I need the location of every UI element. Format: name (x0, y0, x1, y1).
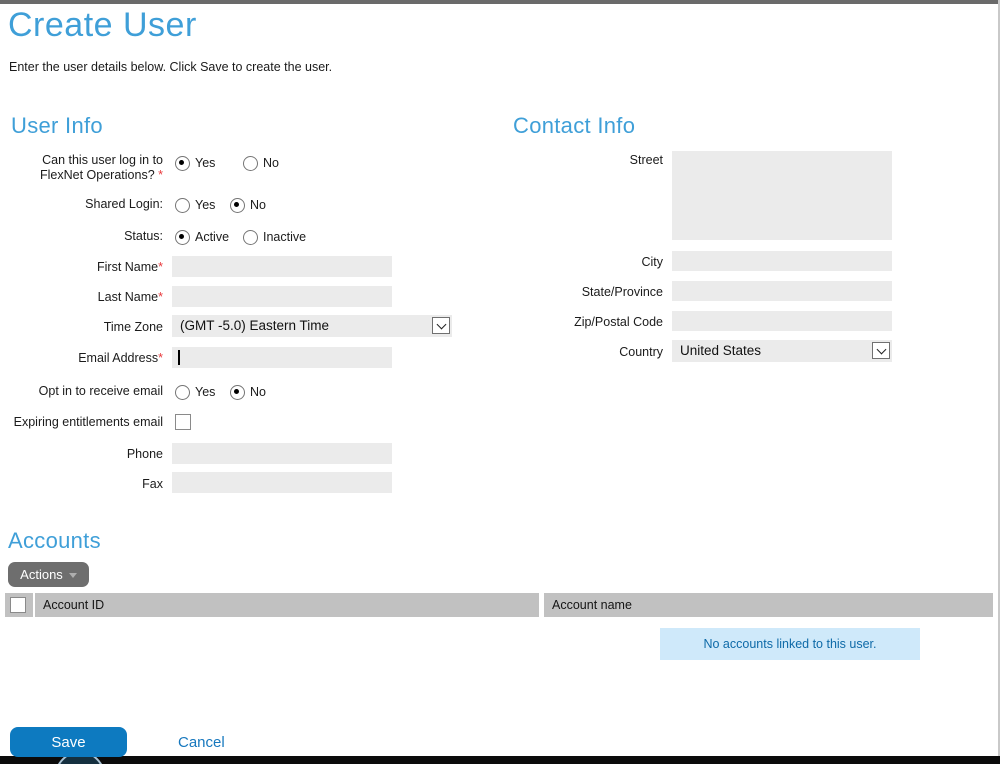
save-button[interactable]: Save (10, 727, 127, 757)
status-inactive-label: Inactive (263, 230, 306, 244)
first-name-label-text: First Name (97, 260, 158, 274)
opt-in-label: Opt in to receive email (0, 384, 163, 399)
chevron-down-icon[interactable] (872, 342, 890, 359)
table-header-checkbox-cell (5, 593, 33, 617)
zip-postal-label: Zip/Postal Code (500, 315, 663, 330)
last-name-input[interactable] (172, 286, 392, 307)
login-no-option[interactable]: No (243, 155, 279, 171)
text-cursor (178, 350, 180, 365)
required-asterisk: * (158, 290, 163, 304)
opt-in-no-option[interactable]: No (230, 384, 266, 400)
country-select[interactable]: United States (672, 340, 892, 362)
account-name-column-label: Account name (544, 593, 993, 617)
expiring-entitlements-label: Expiring entitlements email (0, 415, 163, 430)
shared-login-yes-radio[interactable] (175, 198, 190, 213)
create-user-page: Create User Enter the user details below… (0, 0, 1000, 764)
required-asterisk: * (158, 260, 163, 274)
country-label: Country (500, 345, 663, 360)
login-no-radio[interactable] (243, 156, 258, 171)
no-accounts-message: No accounts linked to this user. (660, 628, 920, 660)
shared-login-label: Shared Login: (0, 197, 163, 212)
opt-in-yes-option[interactable]: Yes (175, 384, 215, 400)
shared-login-yes-label: Yes (195, 198, 215, 212)
required-asterisk: * (158, 351, 163, 365)
status-active-radio[interactable] (175, 230, 190, 245)
email-label: Email Address* (0, 351, 163, 366)
expiring-entitlements-checkbox[interactable] (175, 414, 191, 430)
actions-button-label: Actions (20, 567, 63, 582)
last-name-label-text: Last Name (98, 290, 158, 304)
zip-postal-input[interactable] (672, 311, 892, 331)
cancel-link[interactable]: Cancel (178, 734, 225, 751)
required-asterisk: * (158, 168, 163, 182)
status-active-label: Active (195, 230, 229, 244)
shared-login-no-option[interactable]: No (230, 197, 266, 213)
last-name-label: Last Name* (0, 290, 163, 305)
email-input[interactable] (172, 347, 392, 368)
street-label: Street (500, 153, 663, 168)
chevron-down-icon[interactable] (432, 317, 450, 334)
login-yes-option[interactable]: Yes (175, 155, 215, 171)
account-id-column-label: Account ID (35, 593, 539, 617)
time-zone-value: (GMT -5.0) Eastern Time (180, 318, 329, 333)
opt-in-no-radio[interactable] (230, 385, 245, 400)
first-name-label: First Name* (0, 260, 163, 275)
fax-label: Fax (0, 477, 163, 492)
status-inactive-option[interactable]: Inactive (243, 229, 306, 245)
contact-info-heading: Contact Info (513, 113, 635, 139)
login-no-label: No (263, 156, 279, 170)
login-question-line1: Can this user log in to (42, 153, 163, 167)
select-all-checkbox[interactable] (10, 597, 26, 613)
user-info-heading: User Info (11, 113, 103, 139)
login-question-line2: FlexNet Operations? (40, 168, 158, 182)
dropdown-arrow-icon (69, 573, 77, 578)
login-question-label: Can this user log in to FlexNet Operatio… (0, 153, 163, 183)
shared-login-no-label: No (250, 198, 266, 212)
city-label: City (500, 255, 663, 270)
time-zone-label: Time Zone (0, 320, 163, 335)
opt-in-no-label: No (250, 385, 266, 399)
opt-in-yes-radio[interactable] (175, 385, 190, 400)
login-yes-radio[interactable] (175, 156, 190, 171)
actions-button[interactable]: Actions (8, 562, 89, 587)
opt-in-yes-label: Yes (195, 385, 215, 399)
page-title: Create User (8, 6, 197, 45)
email-label-text: Email Address (78, 351, 158, 365)
phone-input[interactable] (172, 443, 392, 464)
status-inactive-radio[interactable] (243, 230, 258, 245)
state-province-input[interactable] (672, 281, 892, 301)
bottom-bar (0, 756, 1000, 764)
table-header-account-id: Account ID (35, 593, 539, 617)
status-label: Status: (0, 229, 163, 244)
time-zone-select[interactable]: (GMT -5.0) Eastern Time (172, 315, 452, 337)
phone-label: Phone (0, 447, 163, 462)
accounts-heading: Accounts (8, 528, 101, 554)
table-header-account-name: Account name (544, 593, 993, 617)
page-subtitle: Enter the user details below. Click Save… (9, 60, 332, 74)
shared-login-no-radio[interactable] (230, 198, 245, 213)
street-textarea[interactable] (672, 151, 892, 240)
top-divider-bar (0, 0, 1000, 4)
city-input[interactable] (672, 251, 892, 271)
first-name-input[interactable] (172, 256, 392, 277)
shared-login-yes-option[interactable]: Yes (175, 197, 215, 213)
fax-input[interactable] (172, 472, 392, 493)
country-value: United States (680, 343, 761, 358)
status-active-option[interactable]: Active (175, 229, 229, 245)
login-yes-label: Yes (195, 156, 215, 170)
state-province-label: State/Province (500, 285, 663, 300)
